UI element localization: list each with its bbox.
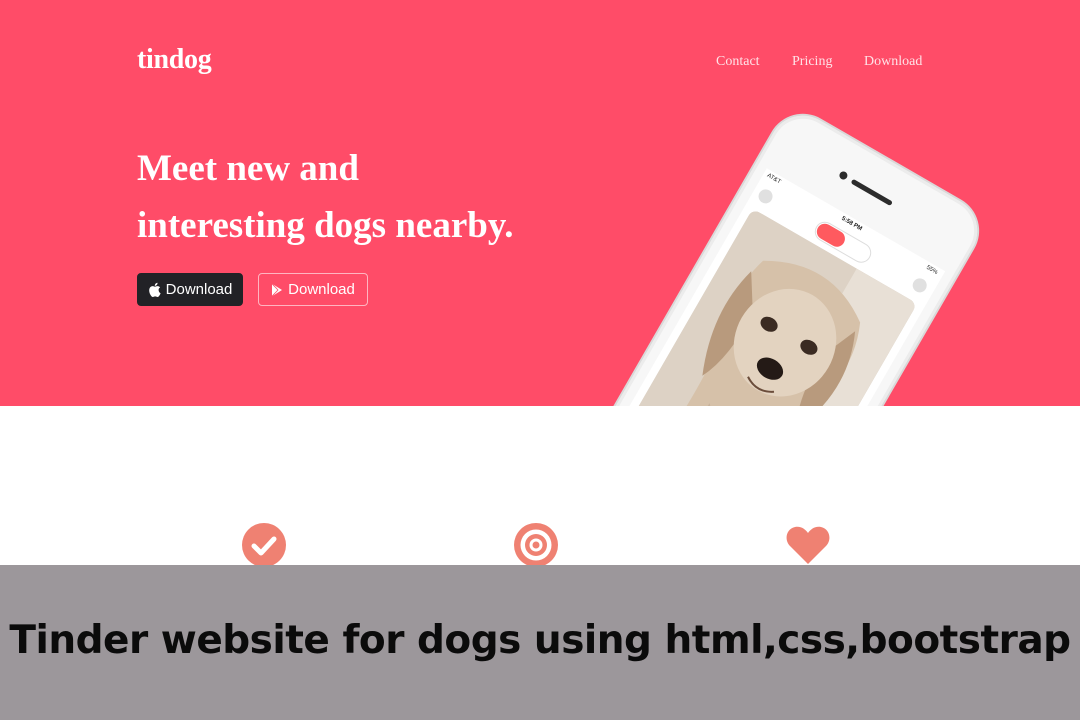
nav-link-contact[interactable]: Contact — [716, 54, 760, 70]
chat-icon — [910, 275, 930, 295]
phone-speaker — [850, 178, 893, 207]
hero-section: tindog Contact Pricing Download Meet new… — [0, 0, 1080, 406]
headline-line-2: interesting dogs nearby. — [137, 205, 514, 246]
phone-battery: 55% — [925, 264, 939, 276]
nav-link-download[interactable]: Download — [864, 54, 922, 70]
check-circle-icon — [241, 522, 287, 568]
bullseye-icon — [513, 522, 559, 568]
profile-icon — [755, 186, 776, 206]
headline-line-1: Meet new and — [137, 148, 359, 189]
google-play-download-label: Download — [288, 281, 355, 298]
phone-mockup: AT&T 5:58 PM 55% — [560, 103, 990, 406]
phone-time: 5:58 PM — [840, 215, 863, 233]
google-play-download-button[interactable]: Download — [258, 273, 368, 306]
phone-carrier: AT&T — [765, 172, 782, 186]
heart-icon — [785, 522, 831, 568]
hero-headline: Meet new and interesting dogs nearby. — [137, 140, 597, 254]
caption-banner: Tinder website for dogs using html,css,b… — [0, 565, 1080, 720]
caption-text: Tinder website for dogs using html,css,b… — [9, 618, 1071, 663]
nav-link-pricing[interactable]: Pricing — [792, 54, 832, 70]
phone-camera — [837, 170, 849, 181]
apple-download-button[interactable]: Download — [137, 273, 243, 306]
google-play-icon — [271, 283, 283, 297]
apple-download-label: Download — [165, 281, 233, 298]
top-nav: Contact Pricing Download — [0, 54, 1080, 74]
apple-icon — [148, 282, 161, 297]
